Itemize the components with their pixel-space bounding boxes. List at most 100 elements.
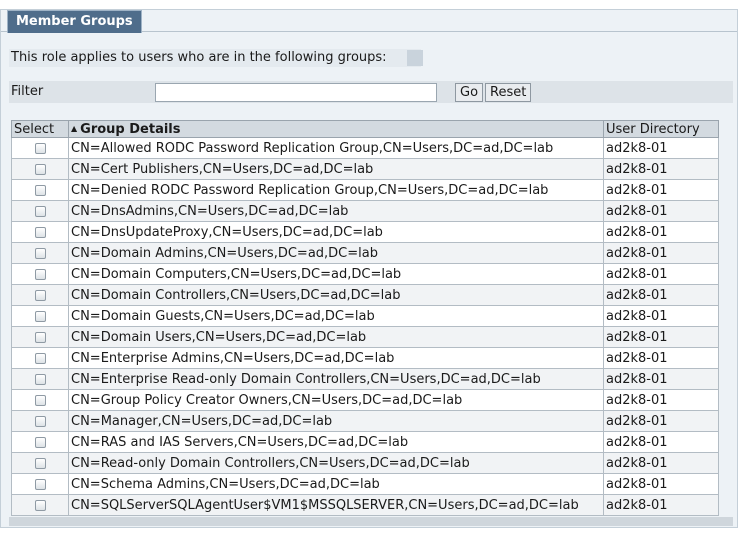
select-cell bbox=[11, 305, 69, 327]
row-select-checkbox[interactable] bbox=[34, 268, 46, 280]
user-directory-cell: ad2k8-01 bbox=[603, 431, 719, 453]
table-row: CN=Domain Guests,CN=Users,DC=ad,DC=lab ad… bbox=[11, 305, 719, 327]
select-cell bbox=[11, 494, 69, 516]
table-row: CN=Allowed RODC Password Replication Gro… bbox=[11, 137, 719, 159]
group-details-cell: CN=Enterprise Admins,CN=Users,DC=ad,DC=l… bbox=[68, 347, 604, 369]
column-header-group-details-label: Group Details bbox=[80, 122, 181, 137]
row-select-checkbox[interactable] bbox=[34, 415, 46, 427]
table-row: CN=DnsAdmins,CN=Users,DC=ad,DC=lab ad2k8-… bbox=[11, 200, 719, 222]
table-row: CN=Read-only Domain Controllers,CN=Users… bbox=[11, 452, 719, 474]
group-details-cell: CN=SQLServerSQLAgentUser$VM1$MSSQLSERVER… bbox=[68, 494, 604, 516]
column-header-group-details[interactable]: ▲ Group Details bbox=[68, 120, 604, 138]
user-directory-cell: ad2k8-01 bbox=[603, 347, 719, 369]
user-directory-cell: ad2k8-01 bbox=[603, 494, 719, 516]
filter-input[interactable] bbox=[155, 83, 437, 102]
row-select-checkbox[interactable] bbox=[34, 184, 46, 196]
group-details-cell: CN=Group Policy Creator Owners,CN=Users,… bbox=[68, 389, 604, 411]
table-row: CN=Manager,CN=Users,DC=ad,DC=lab ad2k8-01 bbox=[11, 410, 719, 432]
row-select-checkbox[interactable] bbox=[34, 352, 46, 364]
row-select-checkbox[interactable] bbox=[34, 436, 46, 448]
member-groups-table: Select ▲ Group Details User Directory CN=… bbox=[11, 120, 719, 516]
row-select-checkbox[interactable] bbox=[34, 499, 46, 511]
select-cell bbox=[11, 473, 69, 495]
select-cell bbox=[11, 410, 69, 432]
user-directory-cell: ad2k8-01 bbox=[603, 221, 719, 243]
sort-ascending-icon: ▲ bbox=[71, 124, 78, 133]
select-cell bbox=[11, 347, 69, 369]
select-cell bbox=[11, 242, 69, 264]
select-cell bbox=[11, 263, 69, 285]
select-cell bbox=[11, 389, 69, 411]
description-separator bbox=[407, 50, 423, 66]
user-directory-cell: ad2k8-01 bbox=[603, 326, 719, 348]
table-row: CN=Domain Admins,CN=Users,DC=ad,DC=lab ad… bbox=[11, 242, 719, 264]
row-select-checkbox[interactable] bbox=[34, 478, 46, 490]
row-select-checkbox[interactable] bbox=[34, 205, 46, 217]
group-details-cell: CN=Allowed RODC Password Replication Gro… bbox=[68, 137, 604, 159]
row-select-checkbox[interactable] bbox=[34, 331, 46, 343]
tab-member-groups[interactable]: Member Groups bbox=[7, 10, 142, 33]
table-row: CN=SQLServerSQLAgentUser$VM1$MSSQLSERVER… bbox=[11, 494, 719, 516]
table-row: CN=Domain Users,CN=Users,DC=ad,DC=lab ad2… bbox=[11, 326, 719, 348]
select-cell bbox=[11, 158, 69, 180]
select-cell bbox=[11, 137, 69, 159]
select-cell bbox=[11, 368, 69, 390]
user-directory-cell: ad2k8-01 bbox=[603, 473, 719, 495]
tab-strip: Member Groups bbox=[1, 10, 737, 33]
table-row: CN=Schema Admins,CN=Users,DC=ad,DC=lab ad… bbox=[11, 473, 719, 495]
row-select-checkbox[interactable] bbox=[34, 310, 46, 322]
group-details-cell: CN=Enterprise Read-only Domain Controlle… bbox=[68, 368, 604, 390]
group-details-cell: CN=Denied RODC Password Replication Grou… bbox=[68, 179, 604, 201]
table-row: CN=Domain Controllers,CN=Users,DC=ad,DC=… bbox=[11, 284, 719, 306]
select-cell bbox=[11, 431, 69, 453]
table-row: CN=Group Policy Creator Owners,CN=Users,… bbox=[11, 389, 719, 411]
row-select-checkbox[interactable] bbox=[34, 226, 46, 238]
user-directory-cell: ad2k8-01 bbox=[603, 284, 719, 306]
group-details-cell: CN=Read-only Domain Controllers,CN=Users… bbox=[68, 452, 604, 474]
table-row: CN=Enterprise Admins,CN=Users,DC=ad,DC=l… bbox=[11, 347, 719, 369]
member-groups-panel: Member Groups This role applies to users… bbox=[0, 9, 738, 528]
group-details-cell: CN=Domain Controllers,CN=Users,DC=ad,DC=… bbox=[68, 284, 604, 306]
filter-label: Filter bbox=[11, 84, 44, 99]
table-row: CN=DnsUpdateProxy,CN=Users,DC=ad,DC=lab a… bbox=[11, 221, 719, 243]
footer-bar bbox=[9, 517, 733, 526]
table-row: CN=Domain Computers,CN=Users,DC=ad,DC=la… bbox=[11, 263, 719, 285]
user-directory-cell: ad2k8-01 bbox=[603, 137, 719, 159]
user-directory-cell: ad2k8-01 bbox=[603, 368, 719, 390]
row-select-checkbox[interactable] bbox=[34, 142, 46, 154]
table-row: CN=Enterprise Read-only Domain Controlle… bbox=[11, 368, 719, 390]
group-details-cell: CN=Domain Computers,CN=Users,DC=ad,DC=la… bbox=[68, 263, 604, 285]
row-select-checkbox[interactable] bbox=[34, 394, 46, 406]
table-row: CN=RAS and IAS Servers,CN=Users,DC=ad,DC… bbox=[11, 431, 719, 453]
row-select-checkbox[interactable] bbox=[34, 163, 46, 175]
user-directory-cell: ad2k8-01 bbox=[603, 452, 719, 474]
group-details-cell: CN=Domain Users,CN=Users,DC=ad,DC=lab bbox=[68, 326, 604, 348]
group-details-cell: CN=RAS and IAS Servers,CN=Users,DC=ad,DC… bbox=[68, 431, 604, 453]
group-details-cell: CN=Cert Publishers,CN=Users,DC=ad,DC=lab bbox=[68, 158, 604, 180]
group-details-cell: CN=Manager,CN=Users,DC=ad,DC=lab bbox=[68, 410, 604, 432]
column-header-user-directory[interactable]: User Directory bbox=[603, 120, 719, 138]
group-details-cell: CN=DnsUpdateProxy,CN=Users,DC=ad,DC=lab bbox=[68, 221, 604, 243]
table-body: CN=Allowed RODC Password Replication Gro… bbox=[11, 137, 719, 516]
user-directory-cell: ad2k8-01 bbox=[603, 242, 719, 264]
user-directory-cell: ad2k8-01 bbox=[603, 410, 719, 432]
select-cell bbox=[11, 326, 69, 348]
go-button[interactable]: Go bbox=[455, 83, 484, 102]
user-directory-cell: ad2k8-01 bbox=[603, 389, 719, 411]
group-details-cell: CN=Schema Admins,CN=Users,DC=ad,DC=lab bbox=[68, 473, 604, 495]
row-select-checkbox[interactable] bbox=[34, 289, 46, 301]
group-details-cell: CN=Domain Admins,CN=Users,DC=ad,DC=lab bbox=[68, 242, 604, 264]
row-select-checkbox[interactable] bbox=[34, 247, 46, 259]
row-select-checkbox[interactable] bbox=[34, 457, 46, 469]
select-cell bbox=[11, 284, 69, 306]
role-description-text: This role applies to users who are in th… bbox=[11, 50, 387, 65]
user-directory-cell: ad2k8-01 bbox=[603, 158, 719, 180]
select-cell bbox=[11, 221, 69, 243]
filter-bar: Filter Go Reset bbox=[9, 81, 733, 103]
user-directory-cell: ad2k8-01 bbox=[603, 179, 719, 201]
select-cell bbox=[11, 452, 69, 474]
group-details-cell: CN=Domain Guests,CN=Users,DC=ad,DC=lab bbox=[68, 305, 604, 327]
row-select-checkbox[interactable] bbox=[34, 373, 46, 385]
reset-button[interactable]: Reset bbox=[485, 83, 532, 102]
group-details-cell: CN=DnsAdmins,CN=Users,DC=ad,DC=lab bbox=[68, 200, 604, 222]
